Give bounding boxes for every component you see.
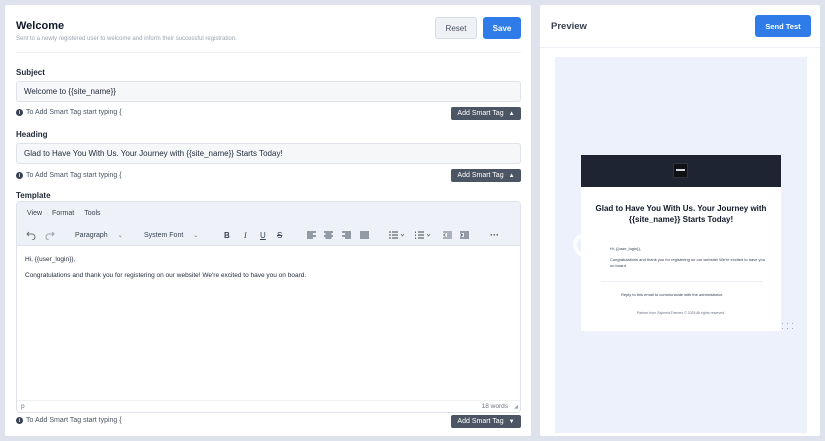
editor-content[interactable]: Hi, {{user_login}}, Congratulations and … <box>25 256 306 288</box>
email-preview-canvas: Glad to Have You With Us. Your Journey w… <box>555 57 807 433</box>
template-hint-text: To Add Smart Tag start typing { <box>26 417 122 424</box>
heading-add-smart-tag-button[interactable]: Add Smart Tag ▲ <box>451 169 521 182</box>
editor-toolbar: Paragraph ⌄ System Font ⌄ B I U S ··· <box>17 224 520 246</box>
subject-hint: i To Add Smart Tag start typing { <box>16 109 122 116</box>
strikethrough-icon[interactable]: S <box>277 229 282 241</box>
send-test-button[interactable]: Send Test <box>755 15 811 37</box>
template-label: Template <box>16 191 51 200</box>
element-path[interactable]: p <box>21 403 25 410</box>
template-add-smart-tag-button[interactable]: Add Smart Tag ▼ <box>451 415 521 428</box>
chevron-down-icon: ⌄ <box>117 232 123 239</box>
chevron-down-icon: ▼ <box>508 418 515 425</box>
word-count: 18 words <box>481 403 508 410</box>
align-justify-icon[interactable] <box>360 229 369 241</box>
numbered-list-icon[interactable] <box>415 229 431 241</box>
email-heading: Glad to Have You With Us. Your Journey w… <box>595 204 767 225</box>
heading-hint: i To Add Smart Tag start typing { <box>16 172 122 179</box>
email-body: Hi, {{user_login}}, Congratulations and … <box>610 246 770 274</box>
info-icon: i <box>16 109 23 116</box>
preview-panel: Preview Send Test Glad to Have You With … <box>540 5 820 436</box>
undo-icon[interactable] <box>26 229 36 241</box>
indent-icon[interactable] <box>460 229 469 241</box>
email-greeting: Hi, {{user_login}}, <box>610 246 641 251</box>
resize-handle-icon[interactable]: ◢ <box>514 404 518 410</box>
editor-statusbar: p 18 words ◢ <box>17 400 520 412</box>
italic-icon[interactable]: I <box>244 229 247 241</box>
heading-hint-text: To Add Smart Tag start typing { <box>26 172 122 179</box>
info-icon: i <box>16 417 23 424</box>
content-paragraph: Hi, {{user_login}}, <box>25 256 76 263</box>
email-message: Congratulations and thank you for regist… <box>610 257 766 268</box>
menu-tools[interactable]: Tools <box>84 210 100 217</box>
block-format-select[interactable]: Paragraph ⌄ <box>75 229 123 241</box>
preview-title: Preview <box>551 21 587 32</box>
template-hint: i To Add Smart Tag start typing { <box>16 417 122 424</box>
page-subtitle: Sent to a newly registered user to welco… <box>16 36 237 42</box>
align-left-icon[interactable] <box>307 229 316 241</box>
chevron-up-icon: ▲ <box>508 172 515 179</box>
subject-label: Subject <box>16 68 45 77</box>
align-center-icon[interactable] <box>324 229 333 241</box>
smart-tag-label: Add Smart Tag <box>457 418 504 425</box>
heading-label: Heading <box>16 130 48 139</box>
content-paragraph: Congratulations and thank you for regist… <box>25 271 307 279</box>
settings-panel: Welcome Sent to a newly registered user … <box>5 5 531 436</box>
email-header <box>581 155 781 187</box>
chevron-down-icon: ⌄ <box>193 232 199 239</box>
reply-note-text: Reply to this email to communicate with … <box>621 292 724 297</box>
subject-add-smart-tag-button[interactable]: Add Smart Tag ▲ <box>451 107 521 120</box>
info-icon: i <box>16 172 23 179</box>
bullet-list-icon[interactable] <box>389 229 405 241</box>
underline-icon[interactable]: U <box>260 229 266 241</box>
page-title: Welcome <box>16 20 65 32</box>
redo-icon[interactable] <box>45 229 55 241</box>
smart-tag-label: Add Smart Tag <box>457 172 504 179</box>
align-right-icon[interactable] <box>342 229 351 241</box>
font-family-value: System Font <box>144 231 184 239</box>
chevron-up-icon: ▲ <box>508 110 515 117</box>
save-button[interactable]: Save <box>483 17 521 39</box>
rich-text-editor[interactable]: View Format Tools Paragraph ⌄ System Fon… <box>16 201 521 413</box>
divider <box>540 47 820 48</box>
subject-hint-text: To Add Smart Tag start typing { <box>26 109 122 116</box>
email-reply-note: Reply to this email to communicate with … <box>601 281 763 307</box>
heading-input[interactable]: Glad to Have You With Us. Your Journey w… <box>16 143 521 164</box>
email-footer: Partner from StylemixThemes © 2025 All r… <box>636 311 726 315</box>
menu-view[interactable]: View <box>27 210 42 217</box>
smart-tag-label: Add Smart Tag <box>457 110 504 117</box>
email-preview: Glad to Have You With Us. Your Journey w… <box>581 155 781 331</box>
block-format-value: Paragraph <box>75 231 108 239</box>
divider <box>16 52 521 53</box>
menu-format[interactable]: Format <box>52 210 74 217</box>
subject-input[interactable]: Welcome to {{site_name}} <box>16 81 521 102</box>
more-options-icon[interactable]: ··· <box>490 229 499 241</box>
heading-value: Glad to Have You With Us. Your Journey w… <box>24 149 283 158</box>
bold-icon[interactable]: B <box>224 229 230 241</box>
font-family-select[interactable]: System Font ⌄ <box>144 229 198 241</box>
logo-icon <box>673 163 688 178</box>
subject-value: Welcome to {{site_name}} <box>24 87 116 96</box>
outdent-icon[interactable] <box>443 229 452 241</box>
reset-button[interactable]: Reset <box>435 17 477 39</box>
editor-menubar: View Format Tools <box>17 202 520 224</box>
